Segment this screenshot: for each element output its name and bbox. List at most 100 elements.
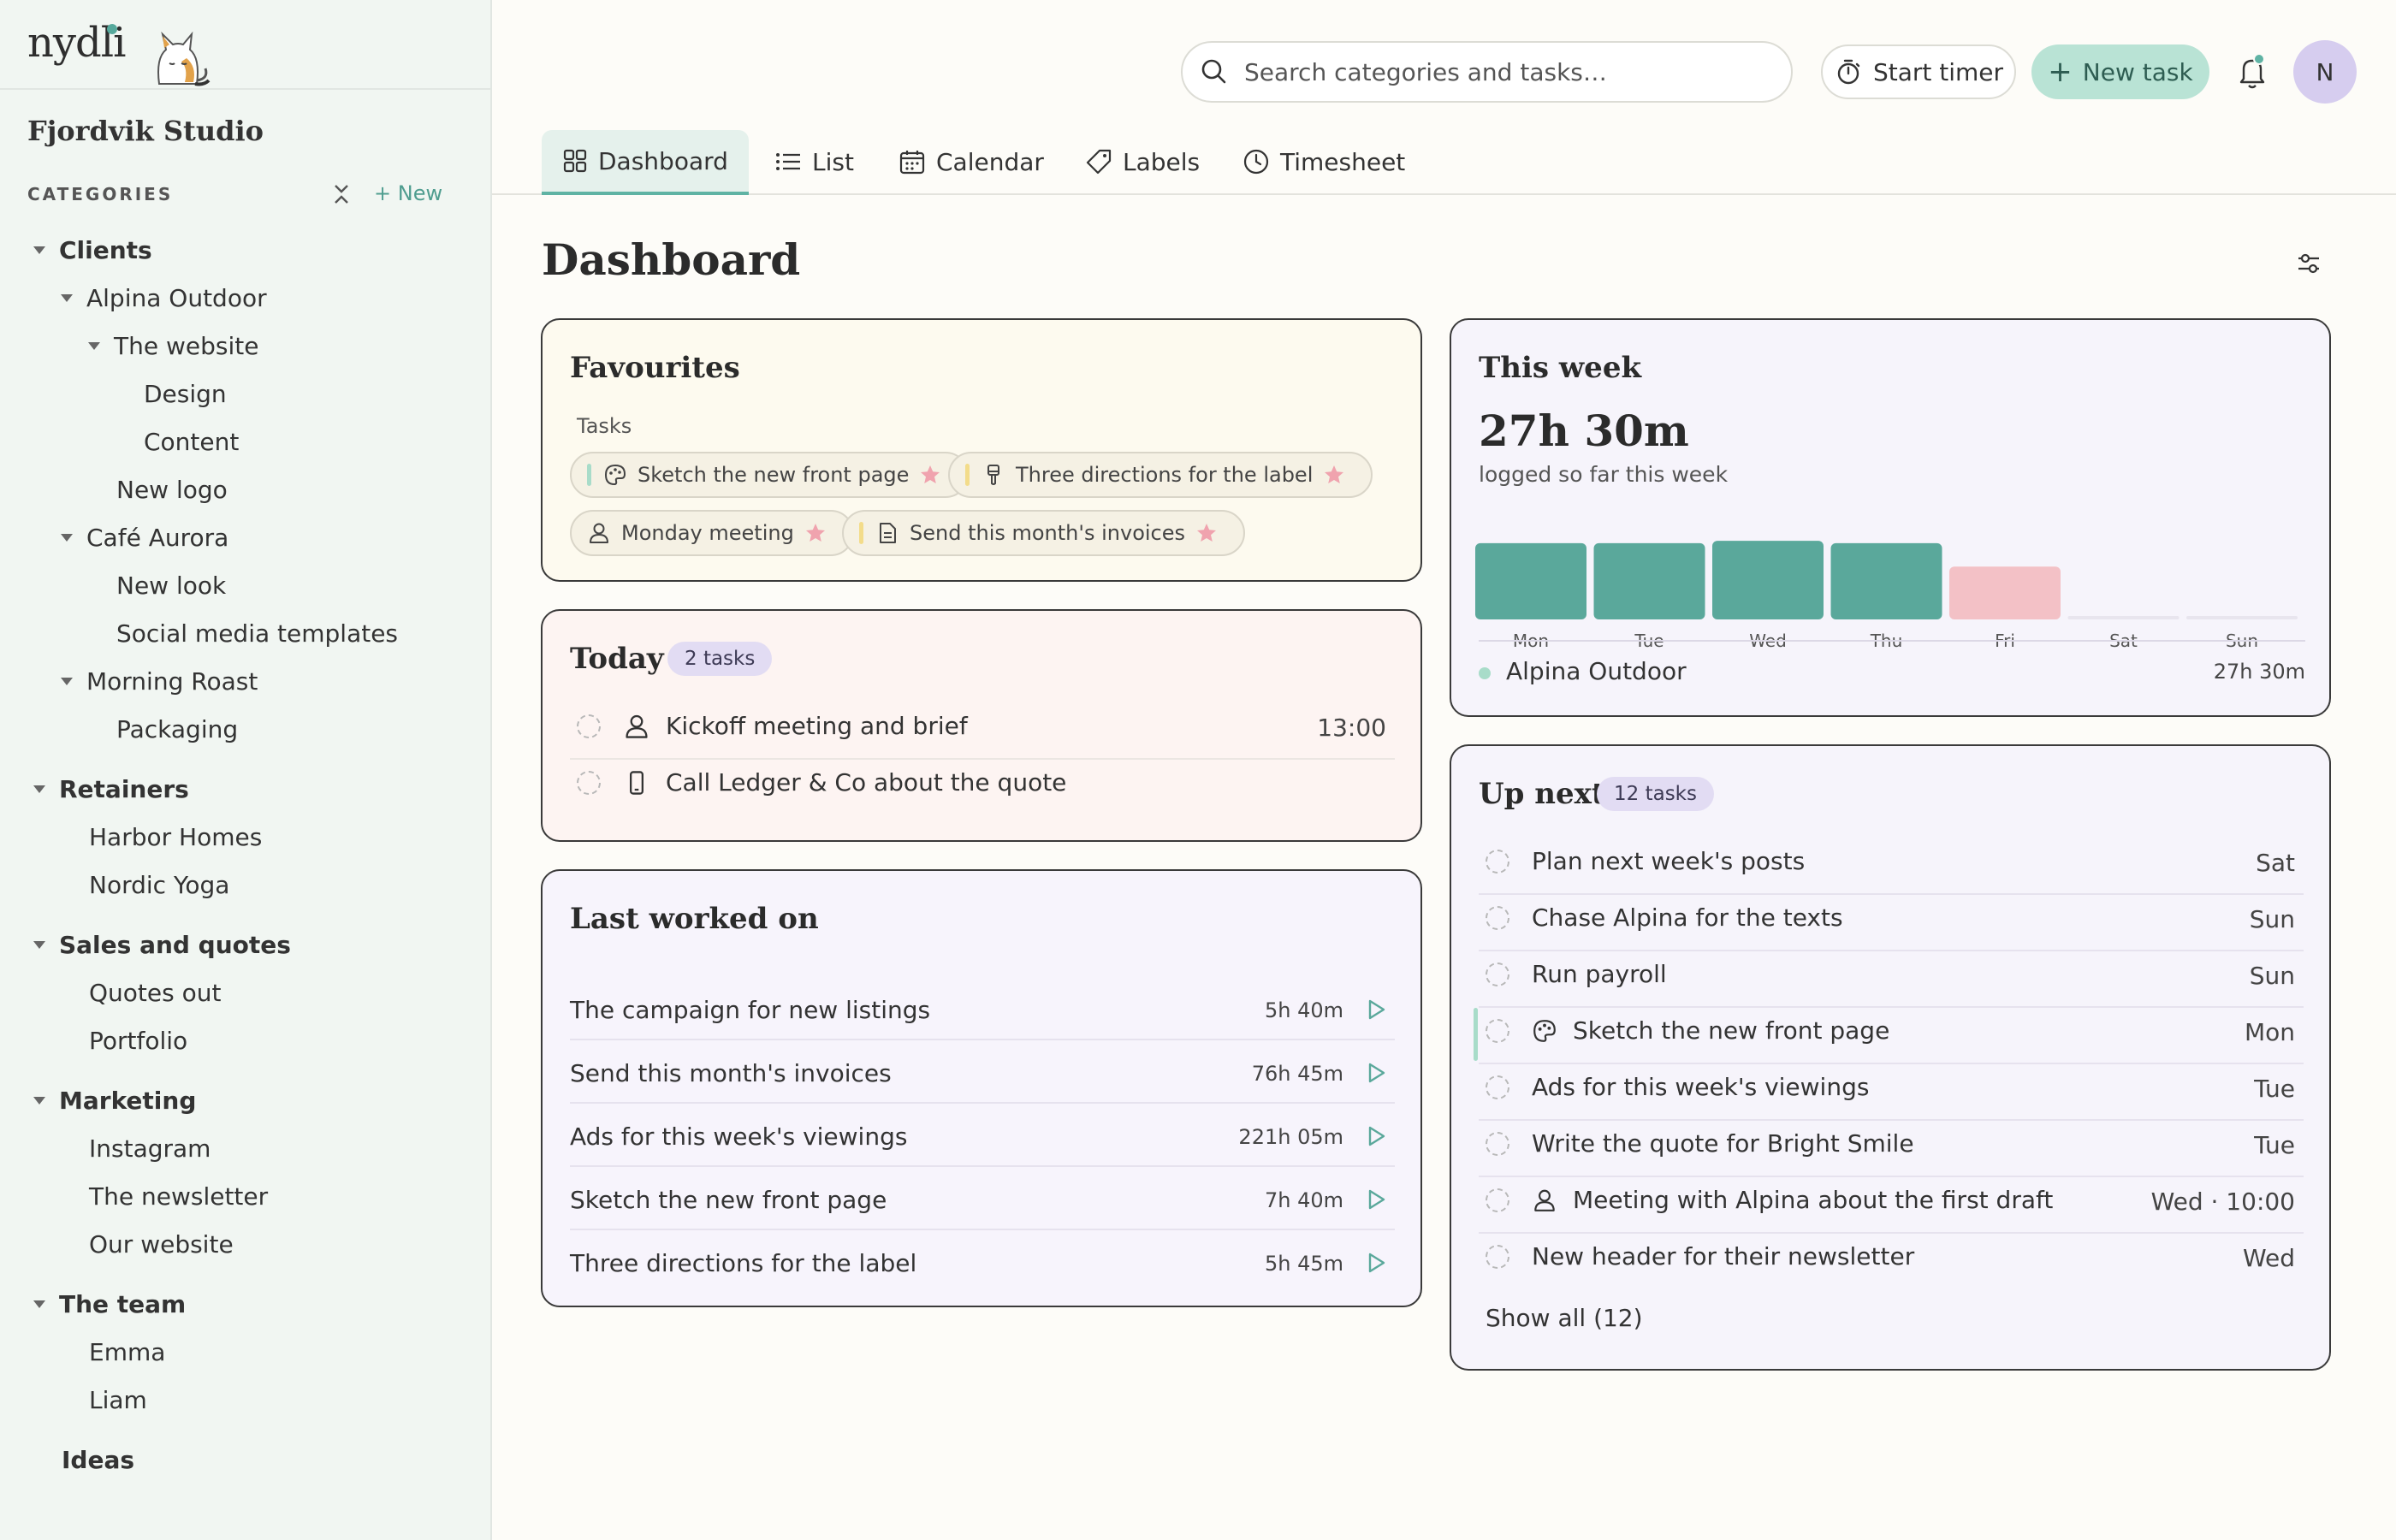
- play-icon[interactable]: [1364, 1251, 1388, 1275]
- search-box[interactable]: [1181, 41, 1793, 103]
- sidebar-item[interactable]: Morning Roast: [61, 660, 258, 702]
- sidebar-item[interactable]: New look: [116, 565, 226, 606]
- favourite-chip[interactable]: Sketch the new front page: [570, 452, 970, 498]
- sidebar-item[interactable]: Marketing: [33, 1080, 196, 1121]
- sidebar-item[interactable]: Instagram: [89, 1128, 211, 1169]
- sidebar-item[interactable]: Harbor Homes: [89, 816, 262, 857]
- tab-calendar[interactable]: Calendar: [898, 130, 1044, 193]
- task-row[interactable]: Run payroll: [1486, 960, 1667, 988]
- task-row[interactable]: Ads for this week's viewings: [1486, 1073, 1869, 1101]
- task-row[interactable]: Chase Alpina for the texts: [1486, 903, 1843, 932]
- sidebar-item-label: Quotes out: [89, 978, 222, 1007]
- sidebar-item[interactable]: Emma: [89, 1331, 165, 1372]
- new-category-button[interactable]: + New: [374, 181, 442, 205]
- sidebar-item[interactable]: Design: [144, 373, 227, 414]
- task-row[interactable]: Kickoff meeting and brief: [577, 712, 968, 740]
- task-checkbox[interactable]: [1486, 1131, 1509, 1156]
- star-icon[interactable]: [919, 464, 941, 486]
- search-input[interactable]: [1244, 57, 1758, 86]
- sidebar-item[interactable]: Ideas: [62, 1439, 134, 1480]
- sidebar-item[interactable]: New logo: [116, 469, 228, 510]
- tab-timesheet[interactable]: Timesheet: [1242, 130, 1405, 193]
- sidebar-item[interactable]: Liam: [89, 1379, 147, 1420]
- task-checkbox[interactable]: [1486, 962, 1509, 986]
- last-worked-row[interactable]: Three directions for the label 5h 45m: [570, 1230, 1395, 1294]
- sidebar-item[interactable]: Clients: [33, 229, 152, 270]
- sidebar-item[interactable]: Sales and quotes: [33, 924, 291, 965]
- caret-down-icon[interactable]: [33, 1300, 45, 1308]
- caret-down-icon[interactable]: [61, 293, 73, 302]
- sidebar-item[interactable]: Quotes out: [89, 972, 221, 1013]
- bar-mon[interactable]: [1475, 542, 1586, 619]
- collapse-all-icon[interactable]: [329, 181, 354, 207]
- tab-list[interactable]: List: [774, 130, 854, 193]
- play-icon[interactable]: [1364, 1124, 1388, 1148]
- caret-down-icon[interactable]: [61, 533, 73, 542]
- bar-wed[interactable]: [1712, 541, 1824, 619]
- caret-down-icon[interactable]: [33, 246, 45, 254]
- task-checkbox[interactable]: [1486, 1018, 1509, 1043]
- caret-down-icon[interactable]: [33, 1096, 45, 1105]
- bar-sun[interactable]: [2186, 616, 2298, 619]
- workspace-name[interactable]: Fjordvik Studio: [27, 115, 264, 147]
- favourite-chip[interactable]: Monday meeting: [570, 510, 854, 556]
- legend-row[interactable]: Alpina Outdoor 27h 30m: [1479, 655, 2305, 690]
- task-row[interactable]: Sketch the new front page: [1486, 1016, 1889, 1045]
- bar-thu[interactable]: [1830, 542, 1942, 619]
- play-icon[interactable]: [1364, 998, 1388, 1022]
- caret-down-icon[interactable]: [88, 341, 100, 350]
- row-divider: [1479, 1119, 2304, 1121]
- task-row[interactable]: Write the quote for Bright Smile: [1486, 1129, 1914, 1158]
- star-icon[interactable]: [1195, 522, 1218, 544]
- play-icon[interactable]: [1364, 1188, 1388, 1211]
- tab-labels[interactable]: Labels: [1085, 130, 1200, 193]
- logo-dot: [107, 24, 117, 34]
- sidebar-item[interactable]: Portfolio: [89, 1020, 187, 1061]
- start-timer-button[interactable]: Start timer: [1821, 44, 2016, 99]
- task-checkbox[interactable]: [577, 770, 601, 795]
- last-worked-row[interactable]: Sketch the new front page 7h 40m: [570, 1167, 1395, 1230]
- sidebar-item[interactable]: Café Aurora: [61, 517, 228, 558]
- today-card: Today 2 tasks Kickoff meeting and brief …: [541, 609, 1422, 842]
- task-checkbox[interactable]: [1486, 1244, 1509, 1269]
- play-icon[interactable]: [1364, 1061, 1388, 1085]
- sidebar-item[interactable]: The team: [33, 1283, 186, 1324]
- sidebar-item[interactable]: Our website: [89, 1223, 234, 1265]
- sidebar-item[interactable]: The newsletter: [89, 1176, 268, 1217]
- caret-down-icon[interactable]: [61, 677, 73, 685]
- card-title: This week: [1479, 351, 1642, 385]
- star-icon[interactable]: [1323, 464, 1345, 486]
- task-row[interactable]: New header for their newsletter: [1486, 1242, 1914, 1270]
- task-checkbox[interactable]: [1486, 1075, 1509, 1099]
- sidebar-item[interactable]: The website: [88, 325, 258, 366]
- last-worked-row[interactable]: Ads for this week's viewings 221h 05m: [570, 1104, 1395, 1167]
- task-checkbox[interactable]: [577, 714, 601, 738]
- sidebar-item[interactable]: Retainers: [33, 768, 189, 809]
- show-all-link[interactable]: Show all (12): [1486, 1304, 1643, 1332]
- task-checkbox[interactable]: [1486, 849, 1509, 874]
- favourite-chip[interactable]: Three directions for the label: [948, 452, 1373, 498]
- sidebar-item[interactable]: Packaging: [116, 708, 238, 749]
- avatar[interactable]: N: [2293, 40, 2357, 104]
- sliders-icon[interactable]: [2295, 250, 2322, 277]
- bar-tue[interactable]: [1593, 542, 1705, 619]
- task-row[interactable]: Plan next week's posts: [1486, 847, 1805, 875]
- task-row[interactable]: Call Ledger & Co about the quote: [577, 768, 1066, 797]
- bar-fri[interactable]: [1949, 566, 2061, 619]
- caret-down-icon[interactable]: [33, 785, 45, 793]
- task-checkbox[interactable]: [1486, 905, 1509, 930]
- sidebar-item[interactable]: Content: [144, 421, 239, 462]
- sidebar-item[interactable]: Alpina Outdoor: [61, 277, 267, 318]
- last-worked-row[interactable]: The campaign for new listings 5h 40m: [570, 977, 1395, 1040]
- bar-sat[interactable]: [2067, 616, 2180, 619]
- favourite-chip[interactable]: Send this month's invoices: [842, 510, 1246, 556]
- sidebar-item[interactable]: Nordic Yoga: [89, 864, 229, 905]
- tab-dashboard[interactable]: Dashboard: [542, 130, 749, 195]
- caret-down-icon[interactable]: [33, 940, 45, 949]
- last-worked-row[interactable]: Send this month's invoices 76h 45m: [570, 1040, 1395, 1104]
- new-task-button[interactable]: + New task: [2031, 44, 2209, 99]
- task-row[interactable]: Meeting with Alpina about the first draf…: [1486, 1186, 2053, 1214]
- task-checkbox[interactable]: [1486, 1188, 1509, 1212]
- star-icon[interactable]: [804, 522, 827, 544]
- sidebar-item[interactable]: Social media templates: [116, 613, 398, 654]
